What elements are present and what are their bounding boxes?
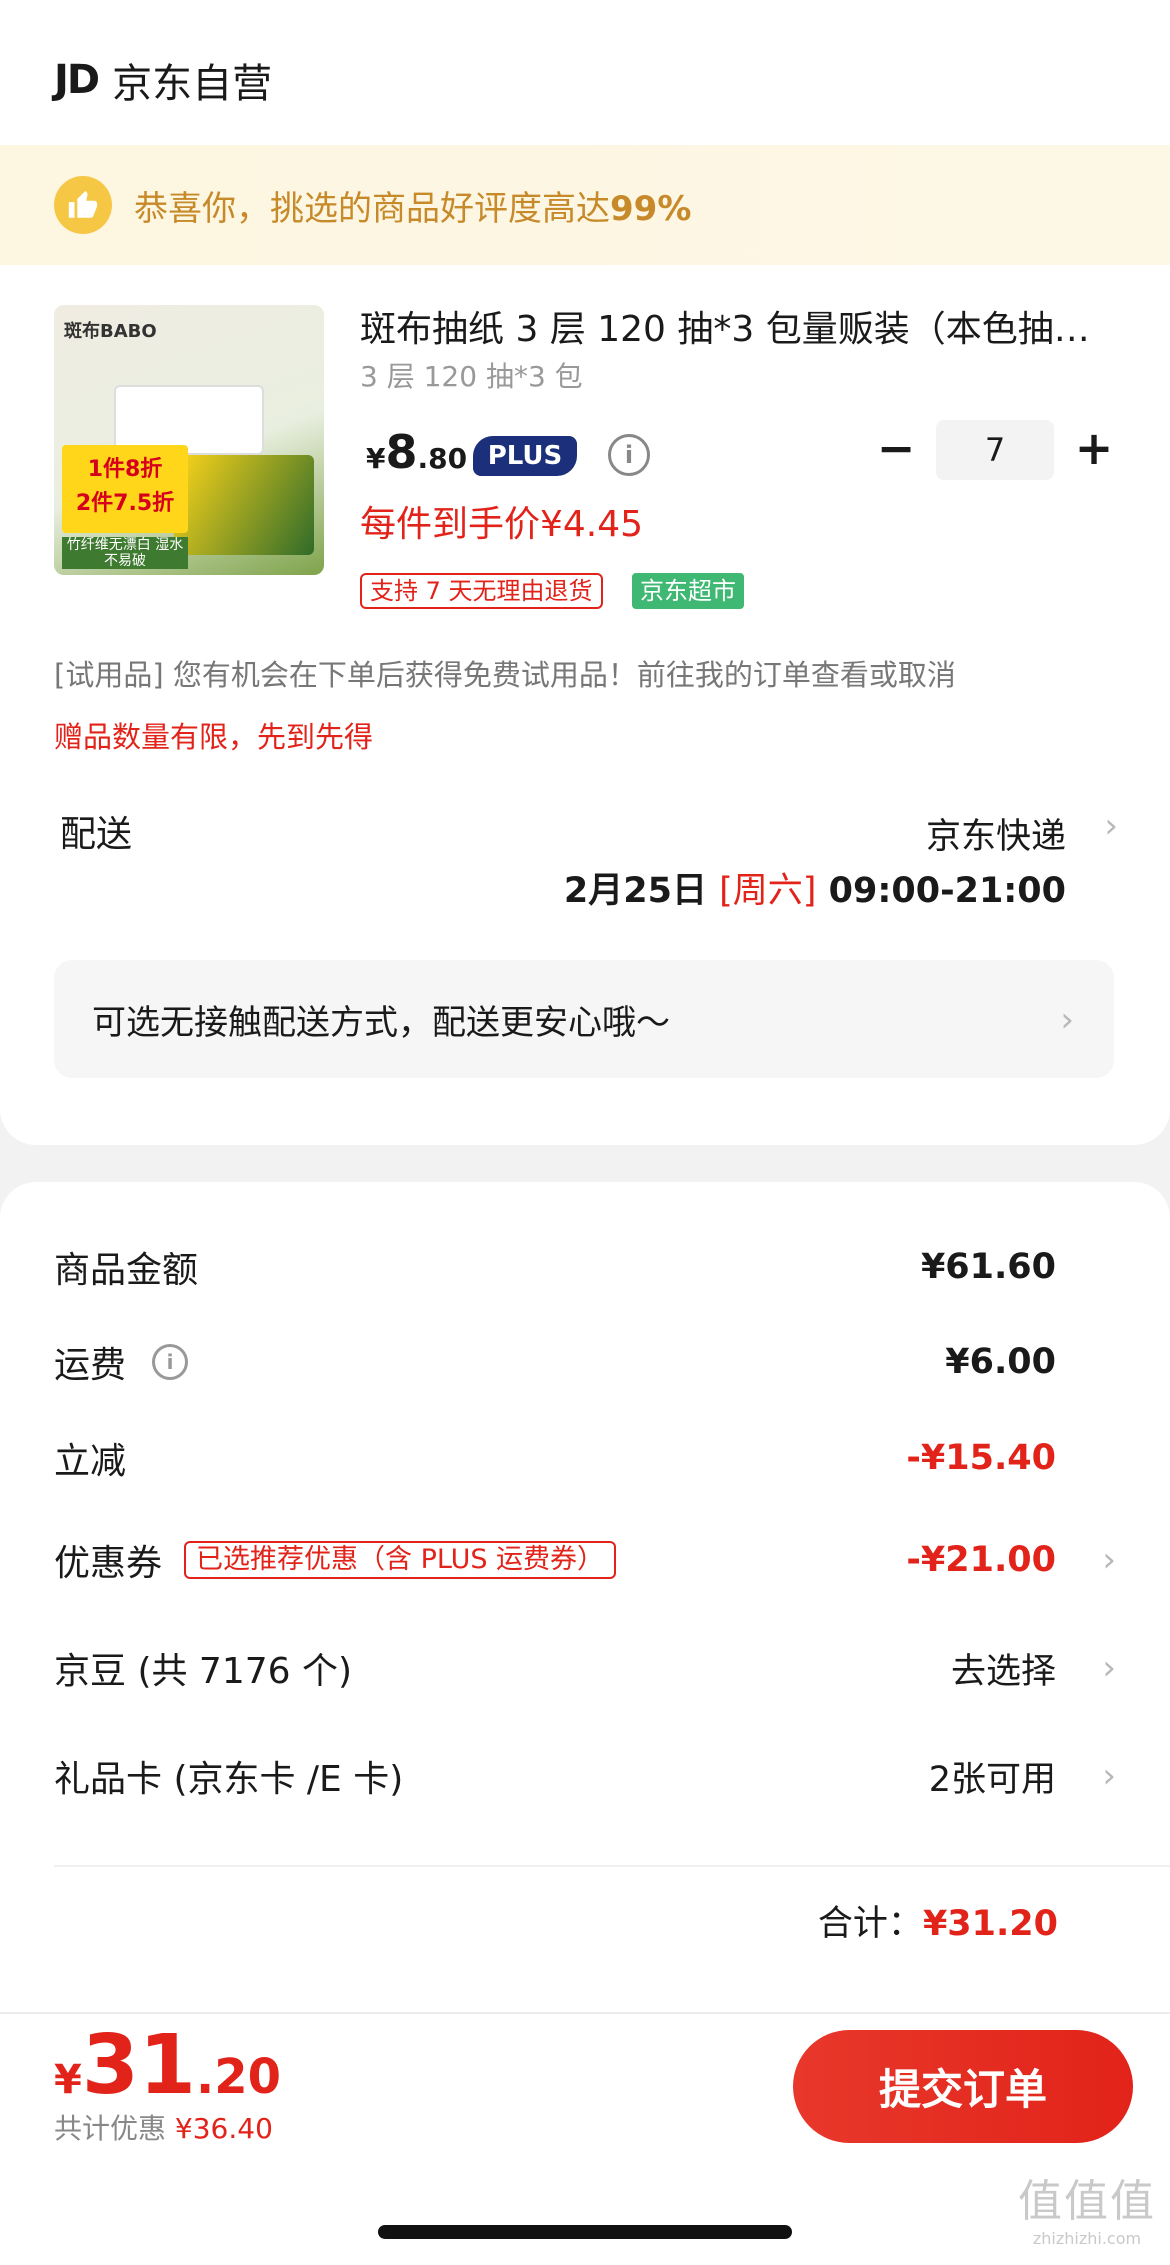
- product-image[interactable]: 斑布BABO 1件8折 2件7.5折 竹纤维无漂白 湿水不易破: [54, 305, 324, 575]
- praise-text: 恭喜你，挑选的商品好评度高达99%: [134, 188, 692, 229]
- goods-amount-row: 商品金额 ¥61.60: [54, 1247, 1056, 1291]
- jingdou-chevron-icon: ›: [1102, 1648, 1116, 1688]
- brand-logo: 斑布BABO: [64, 321, 157, 342]
- contactless-chevron-icon: ›: [1060, 1000, 1074, 1040]
- total-savings[interactable]: 共计优惠 ¥36.40: [54, 2107, 273, 2147]
- delivery-label: 配送: [60, 814, 133, 855]
- home-indicator[interactable]: [378, 2225, 792, 2239]
- order-card: JD 京东自营 恭喜你，挑选的商品好评度高达99% 斑布BABO 1件8折 2件7…: [0, 0, 1170, 1145]
- delivery-chevron-icon[interactable]: ›: [1104, 806, 1118, 846]
- shipping-row: 运费 i ¥6.00: [54, 1342, 1056, 1386]
- shipping-info-icon[interactable]: i: [152, 1344, 189, 1380]
- trial-note[interactable]: [试用品] 您有机会在下单后获得免费试用品！前往我的订单查看或取消: [54, 652, 956, 694]
- payable-amount: ¥31.20: [54, 2018, 281, 2113]
- jd-logo-icon: JD: [54, 57, 100, 103]
- contactless-text: 可选无接触配送方式，配送更安心哦～: [92, 1002, 670, 1043]
- unit-final-price: 每件到手价¥4.45: [360, 504, 644, 545]
- instant-discount-row: 立减 -¥15.40: [54, 1438, 1056, 1482]
- watermark-logo: 值值值 zhizhizhi.com: [1018, 2176, 1156, 2248]
- order-total: 合计：¥31.20: [817, 1904, 1058, 1944]
- shop-name: 京东自营: [112, 61, 273, 107]
- coupon-tag: 已选推荐优惠（含 PLUS 运费券）: [184, 1541, 617, 1579]
- gift-card-value: 2张可用: [928, 1759, 1056, 1800]
- coupon-value: -¥21.00: [906, 1540, 1056, 1580]
- jingdou-row[interactable]: 京豆 (共 7176 个) 去选择 ›: [54, 1638, 1116, 1698]
- gift-note: 赠品数量有限，先到先得: [54, 720, 374, 754]
- price-summary-card: [0, 1182, 1170, 2012]
- instant-discount-value: -¥15.40: [906, 1438, 1056, 1478]
- shipping-value: ¥6.00: [945, 1342, 1056, 1382]
- tissue-bundle-illustration: [174, 455, 314, 555]
- return-policy-tag: 支持 7 天无理由退货: [360, 573, 603, 609]
- gift-card-row[interactable]: 礼品卡 (京东卡 /E 卡) 2张可用 ›: [54, 1746, 1116, 1806]
- quantity-input[interactable]: 7: [936, 420, 1054, 480]
- submit-order-button[interactable]: 提交订单: [793, 2030, 1133, 2143]
- jingdou-value: 去选择: [950, 1651, 1056, 1692]
- coupon-chevron-icon: ›: [1102, 1540, 1116, 1580]
- feature-strip: 竹纤维无漂白 湿水不易破: [62, 537, 188, 569]
- product-spec[interactable]: 3 层 120 抽*3 包: [360, 355, 583, 395]
- plus-badge: PLUS: [473, 436, 577, 476]
- supermarket-tag: 京东超市: [632, 573, 744, 609]
- quantity-decrease-button[interactable]: −: [874, 420, 918, 476]
- summary-divider: [54, 1865, 1170, 1867]
- contactless-delivery-option[interactable]: 可选无接触配送方式，配送更安心哦～ ›: [54, 960, 1114, 1078]
- goods-amount-value: ¥61.60: [920, 1247, 1056, 1287]
- delivery-time[interactable]: 2月25日 [周六] 09:00-21:00: [564, 862, 1066, 913]
- thumbs-up-icon: [54, 176, 112, 234]
- delivery-carrier[interactable]: 京东快递: [926, 808, 1066, 859]
- promo-sticker: 1件8折 2件7.5折: [62, 445, 188, 533]
- price-info-icon[interactable]: i: [608, 434, 650, 476]
- quantity-increase-button[interactable]: +: [1072, 420, 1116, 476]
- gift-card-chevron-icon: ›: [1102, 1756, 1116, 1796]
- product-title[interactable]: 斑布抽纸 3 层 120 抽*3 包量贩装（本色抽纸 竹纤维无漂白）: [360, 300, 1120, 352]
- product-price: ¥ 8 .80: [366, 425, 468, 479]
- coupon-row[interactable]: 优惠券 已选推荐优惠（含 PLUS 运费券） -¥21.00 ›: [54, 1530, 1116, 1590]
- shop-header[interactable]: JD 京东自营: [54, 52, 272, 108]
- praise-banner: 恭喜你，挑选的商品好评度高达99%: [0, 145, 1170, 265]
